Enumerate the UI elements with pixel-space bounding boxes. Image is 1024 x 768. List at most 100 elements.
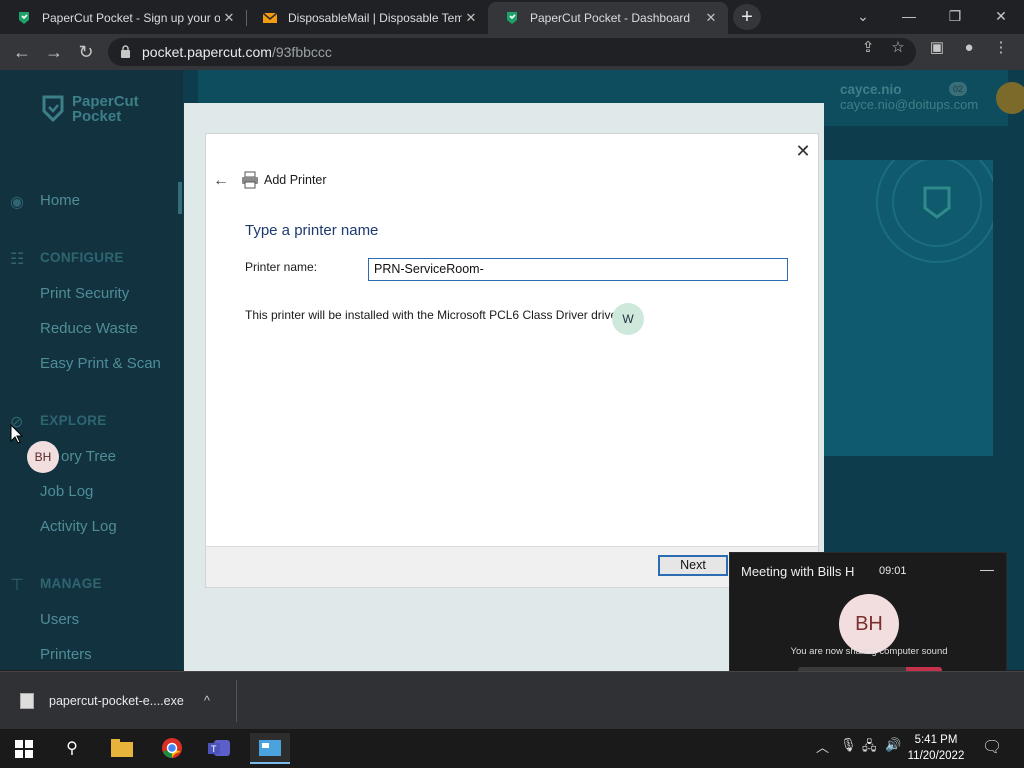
papercut-logo[interactable]: PaperCut Pocket xyxy=(42,94,139,124)
notification-center-icon[interactable]: 🗨 xyxy=(982,737,1002,757)
dialog-heading: Type a printer name xyxy=(245,222,379,239)
meeting-timer: 09:01 xyxy=(879,565,907,577)
sidebar-item-users[interactable]: Users xyxy=(40,611,79,628)
participant-avatar: BH xyxy=(839,594,899,654)
user-info[interactable]: cayce.nio cayce.nio@doitups.com xyxy=(840,82,978,112)
tray-mic-icon[interactable]: 🎙 xyxy=(840,737,857,753)
share-icon[interactable]: ⇪ xyxy=(857,37,879,59)
download-item[interactable]: papercut-pocket-e....exe ^ xyxy=(16,686,234,716)
download-shelf: papercut-pocket-e....exe ^ xyxy=(0,671,1024,729)
home-active-indicator xyxy=(178,182,182,214)
papercut-logo-icon xyxy=(42,95,64,123)
url-text: pocket.papercut.com/93fbbccc xyxy=(142,38,332,66)
mail-icon xyxy=(262,12,278,23)
tab-title: PaperCut Pocket - Sign up your o xyxy=(42,11,220,25)
sidebar-item-story-tree[interactable]: ory Tree xyxy=(61,448,116,465)
sidebar-section-configure: CONFIGURE xyxy=(40,250,124,265)
svg-text:T: T xyxy=(211,744,217,754)
printer-name-label: Printer name: xyxy=(245,260,318,274)
back-arrow-icon[interactable]: ← xyxy=(213,171,233,191)
printer-name-input[interactable]: PRN-ServiceRoom- xyxy=(368,258,788,281)
sidebar-item-print-security[interactable]: Print Security xyxy=(40,285,129,302)
tab-close-icon[interactable]: ✕ xyxy=(220,10,238,26)
sidebar-item-job-log[interactable]: Job Log xyxy=(40,483,93,500)
sidebar-section-manage: MANAGE xyxy=(40,576,102,591)
url-path: /93fbbccc xyxy=(271,44,332,60)
tab-close-icon[interactable]: ✕ xyxy=(702,10,720,26)
sidebar-item-activity-log[interactable]: Activity Log xyxy=(40,518,117,535)
annotation-bubble-w: W xyxy=(612,303,644,335)
profile-icon[interactable]: ● xyxy=(958,37,980,59)
address-bar[interactable]: pocket.papercut.com/93fbbccc xyxy=(108,38,916,66)
lock-icon xyxy=(121,45,130,58)
sidebar-item-home[interactable]: Home xyxy=(40,192,80,209)
download-filename: papercut-pocket-e....exe xyxy=(49,694,184,708)
printer-icon xyxy=(242,171,258,189)
brand-line2: Pocket xyxy=(72,108,122,125)
papercut-icon xyxy=(19,12,29,24)
close-icon[interactable]: ✕ xyxy=(793,141,813,161)
browser-toolbar: ← → ↻ pocket.papercut.com/93fbbccc ⇪ ☆ ▣… xyxy=(0,34,1024,70)
sidebar: PaperCut Pocket ◉ Home ☷ CONFIGURE Print … xyxy=(0,70,183,670)
brand-line1: PaperCut xyxy=(72,93,139,110)
configure-icon: ☷ xyxy=(10,251,25,268)
tab-close-icon[interactable]: ✕ xyxy=(462,10,480,26)
windows-start-icon[interactable] xyxy=(4,733,44,764)
windows-taskbar: ⚲ T ︿ 🎙 🖧 🔊 5:41 PM 11/20/2022 🗨 xyxy=(0,729,1024,768)
file-explorer-icon[interactable] xyxy=(102,733,142,764)
tab-title: DisposableMail | Disposable Temp xyxy=(288,11,462,25)
clock-time: 5:41 PM xyxy=(914,734,958,746)
meeting-minimize-icon[interactable]: — xyxy=(980,561,994,577)
search-icon[interactable]: ⚲ xyxy=(52,733,92,764)
minimize-icon[interactable]: — xyxy=(886,0,932,32)
tab-papercut-dashboard[interactable]: PaperCut Pocket - Dashboard ✕ xyxy=(488,2,728,34)
forward-icon[interactable]: → xyxy=(42,40,66,64)
tab-disposablemail[interactable]: DisposableMail | Disposable Temp ✕ xyxy=(246,2,488,34)
system-clock[interactable]: 5:41 PM 11/20/2022 xyxy=(904,732,968,764)
annotation-bubble-bh: BH xyxy=(27,441,59,473)
sharing-status-text: You are now sharing computer sound xyxy=(790,646,948,657)
tab-title: PaperCut Pocket - Dashboard xyxy=(530,11,691,25)
home-icon: ◉ xyxy=(10,194,24,211)
user-name: cayce.nio xyxy=(840,82,902,97)
window-close-icon[interactable]: ✕ xyxy=(978,0,1024,32)
sidebar-item-easy-print-scan[interactable]: Easy Print & Scan xyxy=(40,355,161,372)
exe-file-icon xyxy=(20,693,34,709)
restore-icon[interactable]: ❐ xyxy=(932,0,978,32)
manage-icon: ⊤ xyxy=(10,577,24,594)
papercut-icon xyxy=(507,12,517,24)
chevron-up-icon[interactable]: ^ xyxy=(204,686,210,716)
side-panel-icon[interactable]: ▣ xyxy=(926,37,948,59)
screen: PaperCut Pocket - Sign up your o ✕ Dispo… xyxy=(0,0,1024,768)
tray-chevron-icon[interactable]: ︿ xyxy=(816,737,829,756)
control-panel-icon[interactable] xyxy=(250,733,290,764)
driver-info-text: This printer will be installed with the … xyxy=(245,308,624,322)
papercut-shield-graphic xyxy=(876,141,998,263)
mouse-cursor-icon xyxy=(10,424,24,444)
tab-papercut-signup[interactable]: PaperCut Pocket - Sign up your o ✕ xyxy=(0,2,246,34)
teams-icon[interactable]: T xyxy=(200,733,240,764)
bookmark-star-icon[interactable]: ☆ xyxy=(887,37,909,59)
reload-icon[interactable]: ↻ xyxy=(74,40,98,64)
menu-kebab-icon[interactable]: ⋮ xyxy=(990,37,1012,59)
user-email: cayce.nio@doitups.com xyxy=(840,97,979,112)
brand-text: PaperCut Pocket xyxy=(72,94,139,124)
back-icon[interactable]: ← xyxy=(10,40,34,64)
tab-search-icon[interactable]: ⌄ xyxy=(840,0,886,32)
avatar[interactable] xyxy=(996,82,1024,114)
sidebar-item-reduce-waste[interactable]: Reduce Waste xyxy=(40,320,138,337)
shelf-divider xyxy=(236,680,237,722)
chrome-icon[interactable] xyxy=(152,733,192,764)
volume-icon[interactable]: 🔊 xyxy=(885,737,901,753)
dialog-footer: Next xyxy=(206,546,818,587)
network-icon[interactable]: 🖧 xyxy=(862,737,877,759)
add-printer-dialog: ✕ ← Add Printer Type a printer name Prin… xyxy=(205,133,819,588)
next-button[interactable]: Next xyxy=(658,555,728,576)
browser-tabstrip: PaperCut Pocket - Sign up your o ✕ Dispo… xyxy=(0,0,1024,34)
meeting-title: Meeting with Bills H xyxy=(741,564,855,579)
clock-date: 11/20/2022 xyxy=(907,750,965,762)
sidebar-item-printers[interactable]: Printers xyxy=(40,646,92,663)
new-tab-button[interactable]: + xyxy=(733,4,761,30)
dialog-title: Add Printer xyxy=(264,173,327,187)
hero-graphic xyxy=(824,141,998,456)
